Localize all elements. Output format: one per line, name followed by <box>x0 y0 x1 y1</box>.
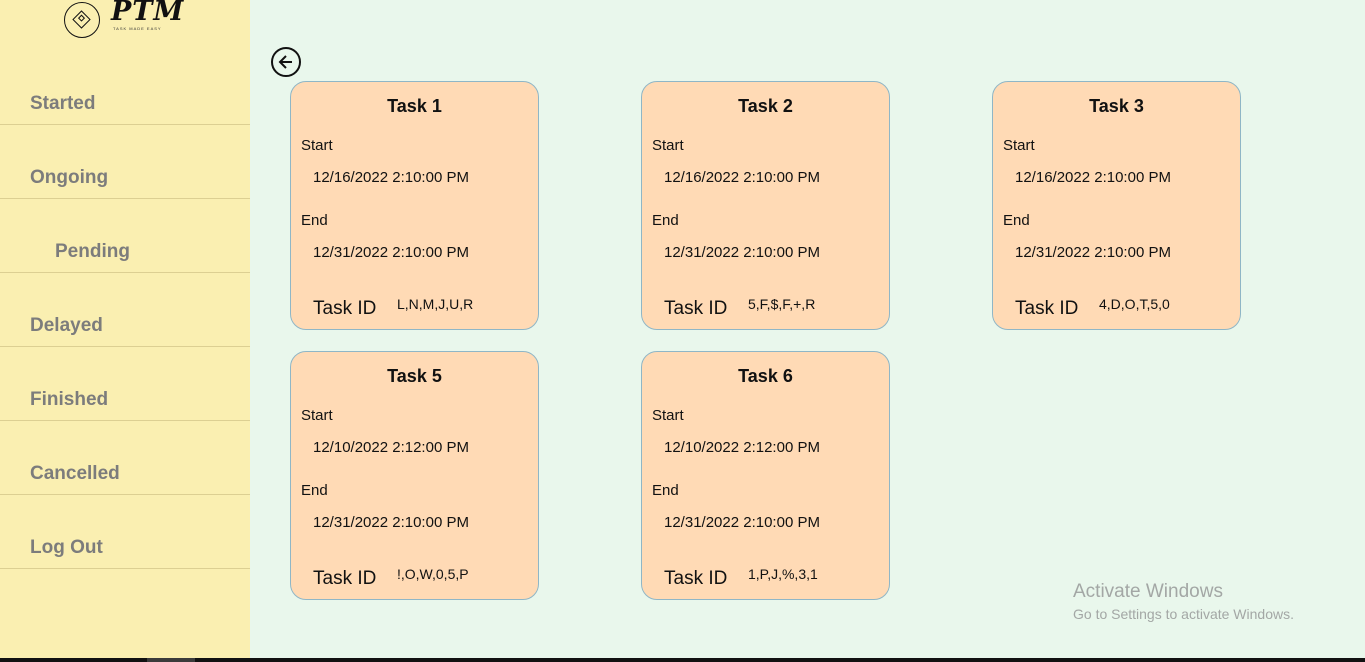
task-id-value: 5,F,$,F,+,R <box>748 296 816 312</box>
task-id-value: 1,P,J,%,3,1 <box>748 566 818 582</box>
task-title: Task 2 <box>738 96 793 116</box>
task-id-value: L,N,M,J,U,R <box>397 296 474 312</box>
start-value: 12/10/2022 2:12:00 PM <box>313 439 469 456</box>
task-card[interactable]: Task 6 Start 12/10/2022 2:12:00 PM End 1… <box>641 351 890 600</box>
end-value: 12/31/2022 2:10:00 PM <box>664 244 820 261</box>
end-value: 12/31/2022 2:10:00 PM <box>313 514 469 531</box>
start-label: Start <box>1003 137 1035 154</box>
arrow-left-icon <box>278 55 292 69</box>
logo-text: PTM <box>111 0 185 27</box>
start-value: 12/16/2022 2:10:00 PM <box>1015 169 1171 186</box>
nav-item-pending[interactable]: Pending <box>0 199 250 273</box>
start-value: 12/16/2022 2:10:00 PM <box>664 169 820 186</box>
watermark-title: Activate Windows <box>1073 581 1223 602</box>
nav-item-delayed[interactable]: Delayed <box>0 273 250 347</box>
start-label: Start <box>301 137 333 154</box>
logo-tagline: TASK MADE EASY <box>113 26 162 31</box>
taskbar-edge <box>0 658 1365 662</box>
start-label: Start <box>652 137 684 154</box>
task-title: Task 6 <box>738 366 793 386</box>
end-value: 12/31/2022 2:10:00 PM <box>1015 244 1171 261</box>
nav-item-cancelled[interactable]: Cancelled <box>0 421 250 495</box>
task-id-label: Task ID <box>1015 298 1079 319</box>
task-card[interactable]: Task 5 Start 12/10/2022 2:12:00 PM End 1… <box>290 351 539 600</box>
nav-item-started[interactable]: Started <box>0 51 250 125</box>
nav-item-finished[interactable]: Finished <box>0 347 250 421</box>
task-card[interactable]: Task 1 Start 12/16/2022 2:10:00 PM End 1… <box>290 81 539 330</box>
end-label: End <box>301 482 328 499</box>
task-id-label: Task ID <box>664 568 728 589</box>
task-title: Task 1 <box>387 96 442 116</box>
end-label: End <box>1003 212 1030 229</box>
nav-label: Ongoing <box>30 167 109 188</box>
taskbar-segment <box>147 658 195 662</box>
task-card[interactable]: Task 2 Start 12/16/2022 2:10:00 PM End 1… <box>641 81 890 330</box>
nav-label: Started <box>30 93 96 114</box>
nav-label: Finished <box>30 389 109 410</box>
back-button[interactable] <box>271 47 301 77</box>
end-value: 12/31/2022 2:10:00 PM <box>313 244 469 261</box>
end-value: 12/31/2022 2:10:00 PM <box>664 514 820 531</box>
end-label: End <box>652 212 679 229</box>
sidebar: PTM TASK MADE EASY Started Ongoing Pendi… <box>0 0 250 658</box>
task-card[interactable]: Task 3 Start 12/16/2022 2:10:00 PM End 1… <box>992 81 1241 330</box>
nav-label: Log Out <box>30 537 103 558</box>
task-id-label: Task ID <box>313 298 377 319</box>
nav-label: Delayed <box>30 315 103 336</box>
end-label: End <box>652 482 679 499</box>
nav-label: Cancelled <box>30 463 120 484</box>
task-id-label: Task ID <box>313 568 377 589</box>
nav-item-logout[interactable]: Log Out <box>0 495 250 569</box>
task-id-label: Task ID <box>664 298 728 319</box>
ptm-logo: PTM TASK MADE EASY <box>64 0 184 42</box>
task-title: Task 3 <box>1089 96 1144 116</box>
activate-windows-watermark: Activate Windows Go to Settings to activ… <box>1073 581 1294 622</box>
end-label: End <box>301 212 328 229</box>
logo-emblem-icon <box>64 2 100 38</box>
nav-label: Pending <box>55 241 130 262</box>
nav-item-ongoing[interactable]: Ongoing <box>0 125 250 199</box>
task-id-value: 4,D,O,T,5,0 <box>1099 296 1170 312</box>
start-label: Start <box>652 407 684 424</box>
watermark-subtitle: Go to Settings to activate Windows. <box>1073 606 1294 622</box>
start-label: Start <box>301 407 333 424</box>
start-value: 12/16/2022 2:10:00 PM <box>313 169 469 186</box>
start-value: 12/10/2022 2:12:00 PM <box>664 439 820 456</box>
task-id-value: !,O,W,0,5,P <box>397 566 469 582</box>
task-title: Task 5 <box>387 366 442 386</box>
